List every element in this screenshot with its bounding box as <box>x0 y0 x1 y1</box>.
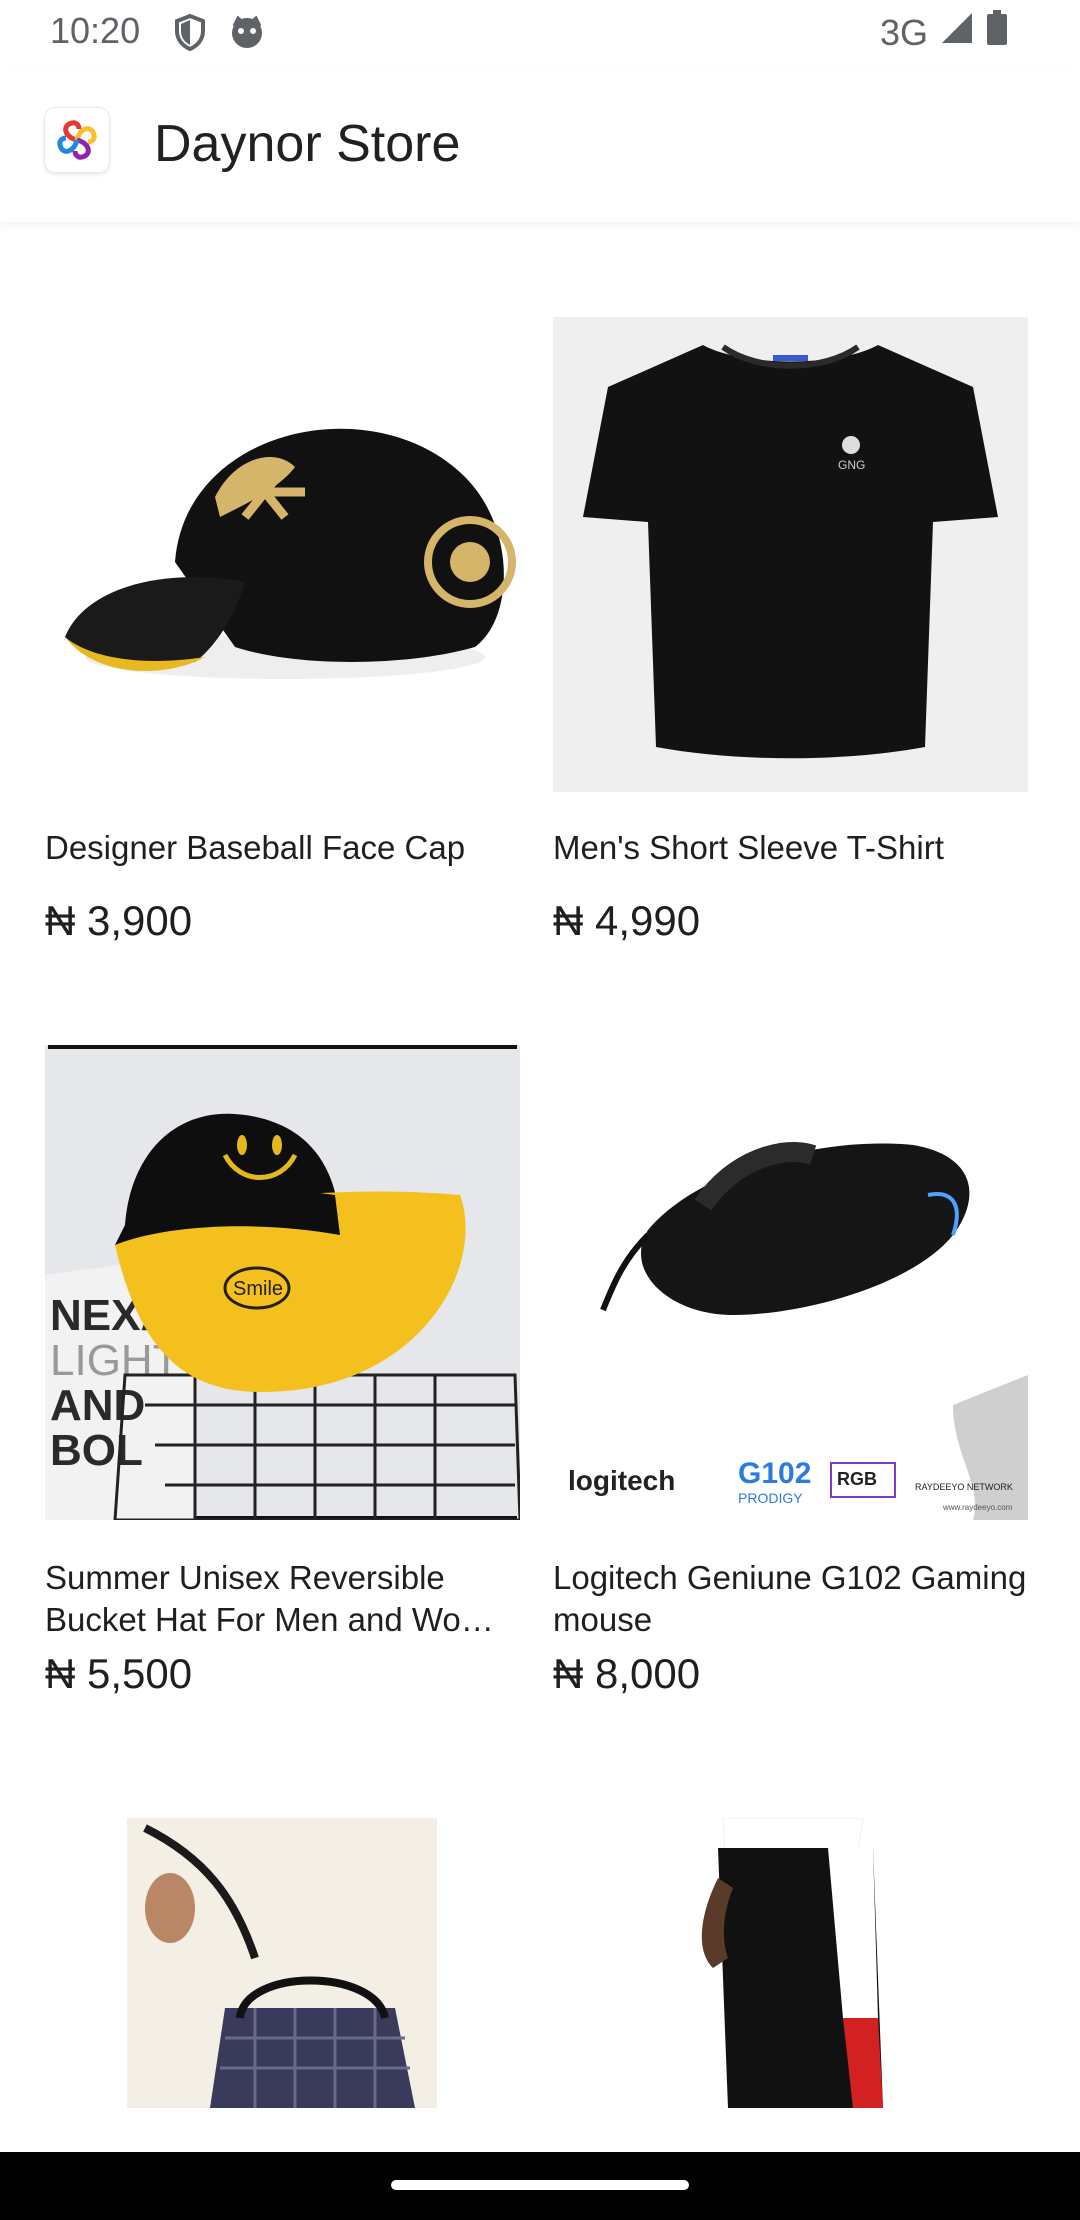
shirt-logo-text: GNG <box>838 458 865 472</box>
app-title: Daynor Store <box>154 115 461 173</box>
product-card[interactable]: GNG Men's Short Sleeve T-Shirt ₦ 4,990 <box>553 317 1028 977</box>
gaming-mouse-image[interactable]: logitech G102 PRODIGY RGB RAYDEEYO NETWO… <box>553 1045 1028 1520</box>
svg-text:BOL: BOL <box>50 1426 143 1475</box>
mouse-url-text: www.raydeeyo.com <box>942 1503 1013 1512</box>
battery-icon <box>986 10 1008 55</box>
bucket-hat-image[interactable]: NEXA LIGHT AND BOL Smile <box>45 1045 520 1520</box>
app-logo-icon[interactable] <box>45 108 109 172</box>
baseball-cap-image[interactable] <box>45 317 520 792</box>
product-card[interactable]: Designer Baseball Face Cap ₦ 3,900 <box>45 317 520 977</box>
handbag-image[interactable] <box>45 1818 520 2108</box>
hat-text: Smile <box>233 1278 283 1300</box>
system-nav-bar <box>0 2152 1080 2220</box>
app-bar: Daynor Store <box>0 66 1080 222</box>
product-name: Summer Unisex Reversible Bucket Hat For … <box>45 1559 494 1638</box>
status-bar: 10:20 3G <box>0 0 1080 66</box>
mouse-model-sub-text: PRODIGY <box>738 1490 803 1506</box>
product-name: Men's Short Sleeve T-Shirt <box>553 829 944 866</box>
product-price: ₦ 5,500 <box>45 1650 193 1697</box>
track-pants-image[interactable] <box>553 1818 1028 2108</box>
product-price: ₦ 3,900 <box>45 897 193 944</box>
mouse-watermark-text: RAYDEEYO NETWORK <box>915 1482 1013 1492</box>
product-price: ₦ 4,990 <box>553 897 701 944</box>
status-right-group: 3G <box>880 10 1008 55</box>
shield-icon <box>172 13 208 56</box>
network-type: 3G <box>879 11 928 53</box>
status-notification-icons <box>172 13 266 56</box>
svg-text:AND: AND <box>50 1381 145 1430</box>
signal-icon <box>940 11 974 54</box>
product-price: ₦ 8,000 <box>553 1650 701 1697</box>
mouse-model-text: G102 <box>738 1457 811 1490</box>
product-card[interactable] <box>45 1818 520 2118</box>
t-shirt-image[interactable]: GNG <box>553 317 1028 792</box>
product-card[interactable]: logitech G102 PRODIGY RGB RAYDEEYO NETWO… <box>553 1045 1028 1745</box>
mouse-brand-text: logitech <box>568 1465 675 1496</box>
mouse-rgb-text: RGB <box>837 1469 877 1489</box>
product-name: Designer Baseball Face Cap <box>45 829 466 866</box>
home-indicator[interactable] <box>391 2180 689 2190</box>
face-icon <box>228 13 266 56</box>
status-time: 10:20 <box>50 10 141 51</box>
product-card[interactable]: NEXA LIGHT AND BOL Smile Summer Unisex R… <box>45 1045 520 1745</box>
product-name: Logitech Geniune G102 Gaming mouse <box>553 1559 1027 1638</box>
product-card[interactable] <box>553 1818 1028 2118</box>
